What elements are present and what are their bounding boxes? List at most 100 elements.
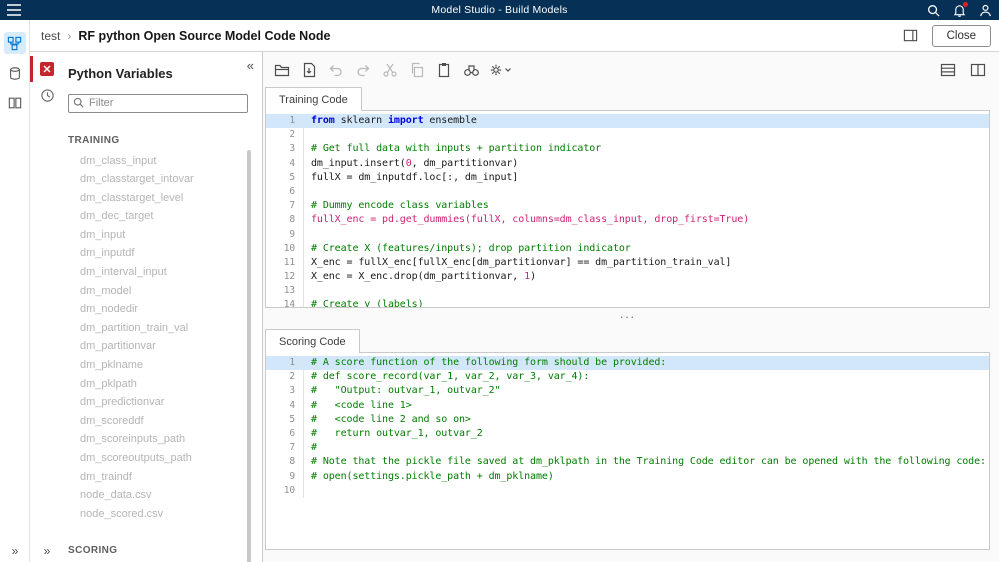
training-section-label: TRAINING xyxy=(68,135,252,146)
line-number: 9 xyxy=(266,228,304,242)
code-line[interactable]: 4dm_input.insert(0, dm_partitionvar) xyxy=(266,157,989,171)
code-line-text: # def score_record(var_1, var_2, var_3, … xyxy=(304,370,589,384)
breadcrumb-project-link[interactable]: test xyxy=(41,29,60,43)
variable-item[interactable]: node_data.csv xyxy=(68,486,252,505)
line-number: 7 xyxy=(266,441,304,455)
variable-item[interactable]: dm_scoreoutputs_path xyxy=(68,449,252,468)
variable-item[interactable]: dm_traindf xyxy=(68,468,252,487)
code-line[interactable]: 1from sklearn import ensemble xyxy=(266,114,989,128)
variable-item[interactable]: dm_pklname xyxy=(68,356,252,375)
line-number: 3 xyxy=(266,142,304,156)
variable-item[interactable]: dm_interval_input xyxy=(68,263,252,282)
close-button[interactable]: Close xyxy=(932,25,991,47)
variable-item[interactable]: dm_pklpath xyxy=(68,375,252,394)
code-line[interactable]: 14# Create y (labels) xyxy=(266,298,989,308)
line-number: 3 xyxy=(266,384,304,398)
filter-field-wrap xyxy=(68,93,248,113)
variable-item[interactable]: dm_predictionvar xyxy=(68,393,252,412)
code-line[interactable]: 10# Create X (features/inputs); drop par… xyxy=(266,242,989,256)
code-line[interactable]: 4# <code line 1> xyxy=(266,399,989,413)
save-code-icon[interactable] xyxy=(298,59,320,81)
hamburger-menu-icon[interactable] xyxy=(0,0,28,20)
pipelines-icon[interactable] xyxy=(4,32,26,54)
editor-settings-icon[interactable] xyxy=(487,59,515,81)
variable-item[interactable]: dm_nodedir xyxy=(68,300,252,319)
code-line[interactable]: 11X_enc = fullX_enc[fullX_enc[dm_partiti… xyxy=(266,256,989,270)
code-editor-area: Training Code 1from sklearn import ensem… xyxy=(263,52,999,562)
variable-item[interactable]: dm_class_input xyxy=(68,152,252,171)
code-line[interactable]: 10 xyxy=(266,484,989,498)
code-line-text: # Get full data with inputs + partition … xyxy=(304,142,601,156)
code-line[interactable]: 5# <code line 2 and so on> xyxy=(266,413,989,427)
variable-item[interactable]: dm_scoreinputs_path xyxy=(68,430,252,449)
variable-item[interactable]: dm_scoreddf xyxy=(68,412,252,431)
code-line[interactable]: 6# return outvar_1, outvar_2 xyxy=(266,427,989,441)
line-number: 13 xyxy=(266,284,304,298)
side-by-side-view-icon[interactable] xyxy=(967,59,989,81)
cut-icon[interactable] xyxy=(379,59,401,81)
session-status-icon[interactable] xyxy=(30,82,64,108)
code-line[interactable]: 2 xyxy=(266,128,989,142)
variable-item[interactable]: dm_classtarget_intovar xyxy=(68,170,252,189)
panel-scrollbar[interactable] xyxy=(247,150,251,562)
search-icon[interactable] xyxy=(925,2,941,18)
notifications-bell-icon[interactable] xyxy=(951,2,967,18)
user-avatar-icon[interactable] xyxy=(977,2,993,18)
code-line[interactable]: 3# "Output: outvar_1, outvar_2" xyxy=(266,384,989,398)
code-line[interactable]: 2# def score_record(var_1, var_2, var_3,… xyxy=(266,370,989,384)
find-icon[interactable] xyxy=(460,59,482,81)
variable-item[interactable]: node_scored.csv xyxy=(68,505,252,524)
code-line[interactable]: 7# xyxy=(266,441,989,455)
code-line-text xyxy=(304,284,311,298)
paste-icon[interactable] xyxy=(433,59,455,81)
tab-training-code[interactable]: Training Code xyxy=(265,87,362,111)
line-number: 4 xyxy=(266,399,304,413)
code-line[interactable]: 9 xyxy=(266,228,989,242)
code-line[interactable]: 1# A score function of the following for… xyxy=(266,356,989,370)
variable-item[interactable]: dm_model xyxy=(68,282,252,301)
code-line[interactable]: 7# Dummy encode class variables xyxy=(266,199,989,213)
training-variable-list: dm_class_inputdm_classtarget_intovardm_c… xyxy=(68,152,252,524)
breadcrumb-separator-icon: › xyxy=(67,29,71,43)
code-line[interactable]: 3# Get full data with inputs + partition… xyxy=(266,142,989,156)
variable-item[interactable]: dm_inputdf xyxy=(68,244,252,263)
scoring-code-editor[interactable]: 1# A score function of the following for… xyxy=(265,352,990,550)
training-code-editor[interactable]: 1from sklearn import ensemble23# Get ful… xyxy=(265,110,990,308)
code-line-text xyxy=(304,128,311,142)
code-line-text xyxy=(304,228,311,242)
line-number: 10 xyxy=(266,484,304,498)
python-variables-panel: » « Python Variables TRAINING dm_class_i… xyxy=(30,52,263,562)
variable-item[interactable]: dm_classtarget_level xyxy=(68,189,252,208)
code-line[interactable]: 12X_enc = X_enc.drop(dm_partitionvar, 1) xyxy=(266,270,989,284)
code-line[interactable]: 9# open(settings.pickle_path + dm_pklnam… xyxy=(266,470,989,484)
open-code-file-icon[interactable] xyxy=(271,59,293,81)
code-line[interactable]: 13 xyxy=(266,284,989,298)
code-line-text: # Dummy encode class variables xyxy=(304,199,489,213)
editor-splitter-handle[interactable]: ··· xyxy=(265,308,990,328)
code-line-text: # <code line 2 and so on> xyxy=(304,413,471,427)
variable-item[interactable]: dm_partition_train_val xyxy=(68,319,252,338)
rail-expand-icon[interactable]: » xyxy=(0,544,30,558)
stacked-view-icon[interactable] xyxy=(937,59,959,81)
scoring-section-label: SCORING xyxy=(68,545,252,556)
undo-icon[interactable] xyxy=(325,59,347,81)
tabstrip-expand-icon[interactable]: » xyxy=(30,544,64,558)
code-line[interactable]: 6 xyxy=(266,185,989,199)
code-line[interactable]: 8# Note that the pickle file saved at dm… xyxy=(266,455,989,469)
code-line[interactable]: 8fullX_enc = pd.get_dummies(fullX, colum… xyxy=(266,213,989,227)
filter-input[interactable] xyxy=(68,94,248,113)
right-panel-toggle-icon[interactable] xyxy=(902,27,920,45)
variable-item[interactable]: dm_partitionvar xyxy=(68,337,252,356)
variable-item[interactable]: dm_input xyxy=(68,226,252,245)
copy-icon[interactable] xyxy=(406,59,428,81)
data-icon[interactable] xyxy=(4,62,26,84)
collapse-panel-icon[interactable]: « xyxy=(247,58,254,73)
python-variables-tab[interactable] xyxy=(30,56,64,82)
variable-item[interactable]: dm_dec_target xyxy=(68,207,252,226)
tab-scoring-code[interactable]: Scoring Code xyxy=(265,329,360,353)
code-line[interactable]: 5fullX = dm_inputdf.loc[:, dm_input] xyxy=(266,171,989,185)
left-nav-rail: » xyxy=(0,20,30,562)
pipeline-comparison-icon[interactable] xyxy=(4,92,26,114)
training-code-lines: 1from sklearn import ensemble23# Get ful… xyxy=(266,114,989,308)
redo-icon[interactable] xyxy=(352,59,374,81)
